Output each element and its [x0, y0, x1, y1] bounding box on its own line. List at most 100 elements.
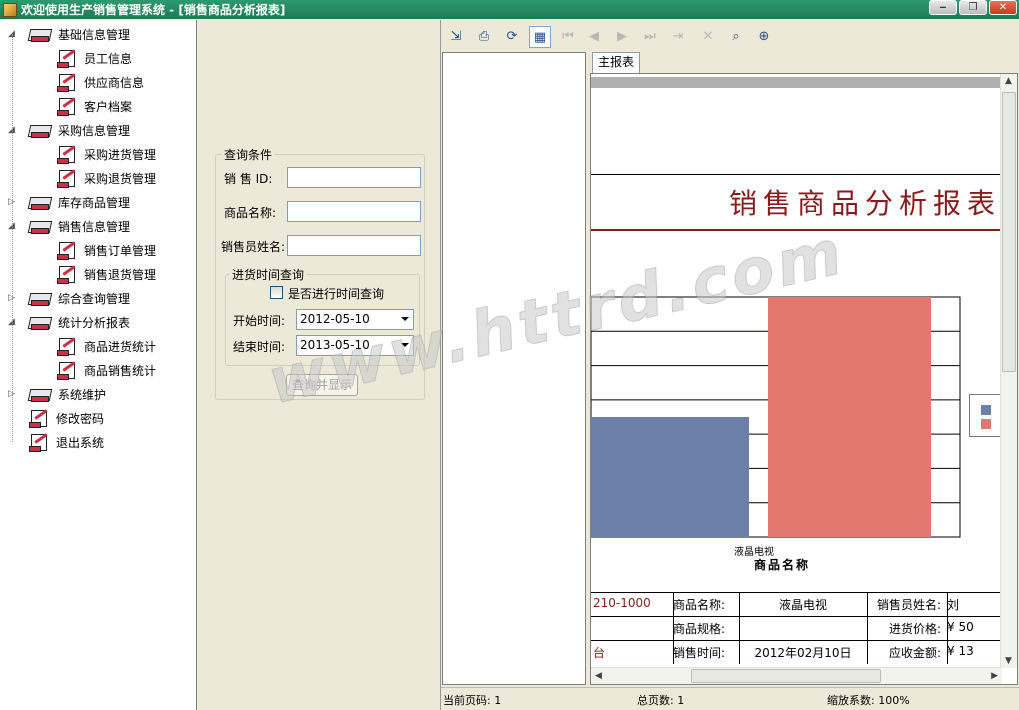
tree-item[interactable]: ◢ 销售信息管理 — [8, 214, 130, 238]
report-page: 销售商品分析报表 液晶电视 商品名称 210-1000 商品名称: 液晶电视 销售员姓… — [590, 73, 1018, 685]
tree-item-label: 采购退货管理 — [84, 171, 157, 186]
tree-item[interactable]: ◢ 基础信息管理 — [8, 22, 130, 46]
goto-page-icon[interactable]: ⇥ — [667, 26, 689, 48]
report-cell: ¥ 13 — [947, 644, 974, 658]
tree-item[interactable]: 采购退货管理 — [56, 166, 156, 190]
group-tree-pane[interactable] — [442, 52, 586, 685]
end-time-picker[interactable]: 2013-05-10 — [296, 335, 414, 356]
next-page-icon[interactable]: ▶ — [611, 26, 633, 48]
query-submit-button[interactable]: 查询并显示 — [286, 374, 358, 396]
zoom-icon[interactable]: ⊕ — [753, 26, 775, 48]
report-cell: 刘 — [947, 598, 960, 612]
stop-icon[interactable]: ✕ — [697, 26, 719, 48]
tree-item[interactable]: 修改密码 — [28, 406, 104, 430]
tree-item[interactable]: 客户档案 — [56, 94, 132, 118]
app-icon — [3, 2, 17, 17]
row-rule — [591, 592, 1002, 593]
horizontal-scrollbar[interactable]: ◀ ▶ — [591, 667, 1002, 684]
search-icon[interactable]: ⌕ — [725, 26, 747, 48]
report-cell: 应收金额: — [888, 646, 941, 660]
vertical-scroll-thumb[interactable] — [1002, 92, 1016, 372]
row-rule — [591, 640, 1002, 641]
tree-item[interactable]: 商品进货统计 — [56, 334, 156, 358]
report-cell: 液晶电视 — [778, 598, 827, 612]
start-time-picker[interactable]: 2012-05-10 — [296, 309, 414, 330]
tree-item[interactable]: ▷ 库存商品管理 — [8, 190, 131, 214]
sales-bar-chart — [591, 296, 961, 538]
start-time-value: 2012-05-10 — [300, 312, 370, 326]
tree-item[interactable]: 采购进货管理 — [56, 142, 156, 166]
window-titlebar[interactable]: 欢迎使用生产销售管理系统 - [销售商品分析报表] ‒ ❐ ✕ — [0, 0, 1019, 19]
vertical-scrollbar[interactable]: ▲ ▼ — [1000, 74, 1017, 668]
title-underline — [591, 229, 1002, 231]
tree-item-label: 销售退货管理 — [84, 267, 157, 282]
tree-item-label: 采购进货管理 — [84, 147, 157, 162]
tree-item[interactable]: 商品销售统计 — [56, 358, 156, 382]
tree-item-label: 商品进货统计 — [84, 339, 157, 354]
minimize-button[interactable]: ‒ — [929, 0, 957, 15]
tab-main-report[interactable]: 主报表 — [592, 52, 640, 73]
tree-item[interactable]: ▷ 综合查询管理 — [8, 286, 130, 310]
time-query-checkbox[interactable] — [270, 286, 283, 299]
last-page-icon[interactable]: ⏭ — [639, 26, 661, 48]
time-query-checkbox-label[interactable]: 是否进行时间查询 — [288, 285, 384, 302]
product-name-input[interactable] — [287, 201, 421, 222]
tree-item[interactable]: ▷ 系统维护 — [8, 382, 106, 406]
report-cell: ¥ 50 — [947, 620, 974, 634]
tree-item[interactable]: 退出系统 — [28, 430, 104, 454]
first-page-icon[interactable]: ⏮ — [557, 26, 579, 48]
tree-item[interactable]: ◢ 采购信息管理 — [8, 118, 130, 142]
scroll-up-icon[interactable]: ▲ — [1005, 76, 1012, 86]
bar-series-2 — [768, 297, 931, 537]
column-rule — [867, 592, 868, 664]
tree-item[interactable]: 销售退货管理 — [56, 262, 156, 286]
status-zoom: 缩放系数: 100% — [827, 694, 910, 707]
report-title: 销售商品分析报表 — [728, 187, 1001, 220]
folder-icon — [27, 119, 54, 141]
time-query-title: 进货时间查询 — [229, 266, 308, 283]
report-cell: 销售员姓名: — [876, 598, 941, 612]
tree-item-label: 库存商品管理 — [58, 195, 131, 210]
window-controls: ‒ ❐ ✕ — [929, 0, 1017, 15]
bar-series-1 — [591, 417, 749, 537]
folder-icon — [27, 215, 54, 237]
sale-id-label: 销 售 ID: — [224, 172, 273, 186]
row-rule — [591, 616, 1002, 617]
report-cell: 商品名称: — [673, 598, 726, 612]
refresh-icon[interactable]: ⟳ — [501, 26, 523, 48]
chevron-down-icon[interactable] — [401, 317, 409, 321]
tree-item[interactable]: 销售订单管理 — [56, 238, 156, 262]
tree-item-label: 员工信息 — [84, 51, 133, 66]
tree-item[interactable]: 供应商信息 — [56, 70, 144, 94]
print-icon[interactable]: ⎙ — [473, 26, 495, 48]
report-viewer: ⇲ ⎙ ⟳ ▦ ⏮ ◀ ▶ ⏭ ⇥ ✕ ⌕ ⊕ 主报表 销售商品分析报表 液晶电视 商品名称 210-… — [440, 20, 1019, 710]
restore-button[interactable]: ❐ — [959, 0, 987, 15]
tree-item[interactable]: 员工信息 — [56, 46, 132, 70]
group-tree-icon[interactable]: ▦ — [529, 26, 551, 48]
prev-page-icon[interactable]: ◀ — [583, 26, 605, 48]
doc-icon — [56, 359, 80, 381]
salesperson-label: 销售员姓名: — [221, 240, 286, 254]
viewer-statusbar: 当前页码: 1 总页数: 1 缩放系数: 100% — [441, 687, 1019, 710]
horizontal-scroll-thumb[interactable] — [691, 669, 881, 683]
scroll-right-icon[interactable]: ▶ — [991, 671, 998, 681]
report-cell: 台 — [593, 646, 606, 660]
tree-item-label: 客户档案 — [84, 99, 133, 114]
export-icon[interactable]: ⇲ — [445, 26, 467, 48]
column-rule — [947, 592, 948, 664]
salesperson-input[interactable] — [287, 235, 421, 256]
doc-icon — [56, 335, 80, 357]
scroll-down-icon[interactable]: ▼ — [1005, 656, 1012, 666]
navigation-tree[interactable]: ◢ 基础信息管理员工信息供应商信息客户档案 ◢ 采购信息管理采购进货管理 采购退货管理 ▷… — [0, 20, 197, 710]
axis-title: 商品名称 — [754, 558, 811, 572]
product-name-label: 商品名称: — [224, 206, 277, 220]
sale-id-input[interactable] — [287, 167, 421, 188]
doc-icon — [28, 431, 52, 453]
doc-icon — [56, 95, 80, 117]
chevron-down-icon[interactable] — [401, 343, 409, 347]
close-button[interactable]: ✕ — [989, 0, 1017, 15]
tree-item-label: 统计分析报表 — [58, 315, 131, 330]
legend-swatch-1 — [981, 405, 991, 415]
scroll-left-icon[interactable]: ◀ — [595, 671, 602, 681]
tree-item[interactable]: ◢ 统计分析报表 — [8, 310, 131, 334]
